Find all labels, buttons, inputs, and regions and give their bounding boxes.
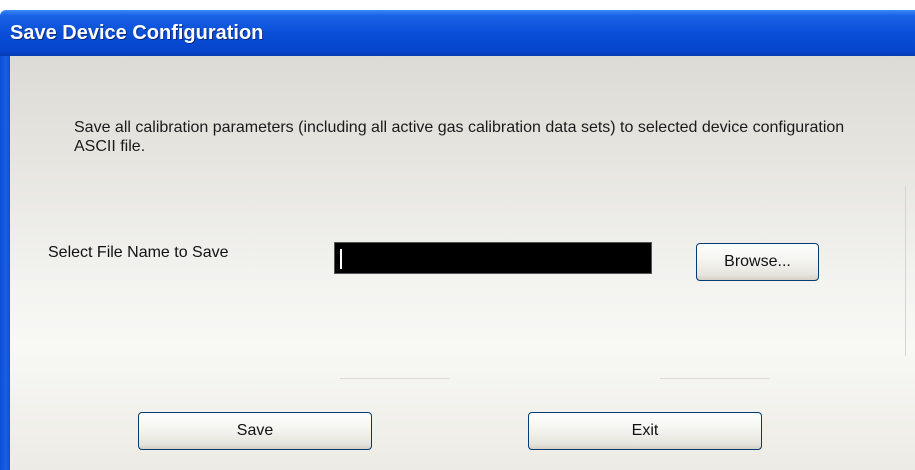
dialog-window: Save Device Configuration Save all calib… — [0, 0, 915, 470]
title-bar[interactable]: Save Device Configuration — [0, 10, 915, 56]
panel-divider — [905, 186, 906, 356]
description-text: Save all calibration parameters (includi… — [74, 119, 845, 155]
file-name-input[interactable] — [334, 242, 652, 274]
exit-button[interactable]: Exit — [528, 412, 762, 450]
separator-line — [340, 378, 450, 379]
window-frame-left — [0, 56, 10, 470]
dialog-body: Save all calibration parameters (includi… — [10, 56, 915, 470]
file-name-label: Select File Name to Save — [48, 244, 229, 261]
window-title: Save Device Configuration — [10, 22, 264, 44]
browse-button[interactable]: Browse... — [696, 243, 819, 281]
save-button[interactable]: Save — [138, 412, 372, 450]
text-caret — [340, 249, 342, 269]
separator-line — [660, 378, 770, 379]
